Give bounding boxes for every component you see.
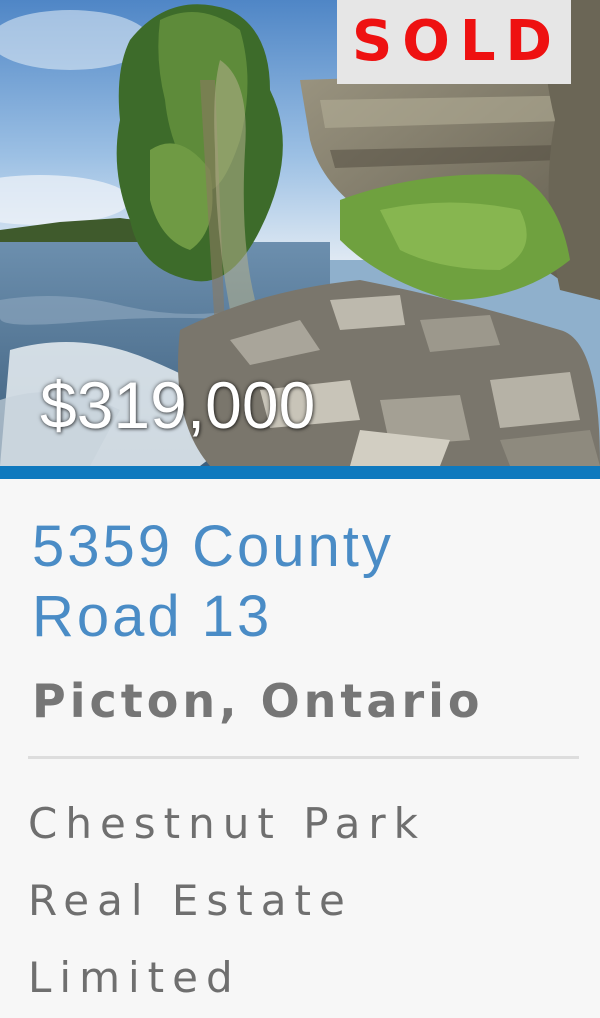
listing-city: Picton, Ontario	[32, 674, 484, 728]
details-divider	[28, 756, 579, 759]
listing-photo[interactable]: SOLD $319,000	[0, 0, 600, 466]
sold-badge: SOLD	[337, 0, 571, 84]
listing-card[interactable]: SOLD $319,000 5359 County Road 13 Picton…	[0, 0, 600, 1018]
listing-brokerage: Chestnut Park Real Estate Limited	[28, 799, 426, 1002]
listing-details: 5359 County Road 13 Picton, Ontario Ches…	[0, 479, 600, 1018]
accent-divider-bar	[0, 466, 600, 479]
listing-address-link[interactable]: 5359 County Road 13	[32, 512, 552, 652]
listing-price: $319,000	[40, 368, 316, 442]
